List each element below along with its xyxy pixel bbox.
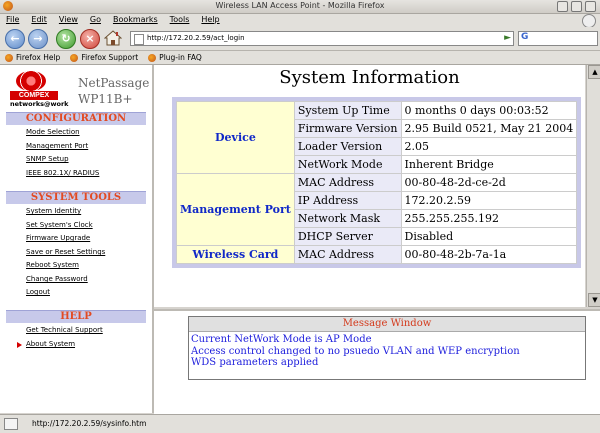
window-title: Wireless LAN Access Point - Mozilla Fire… — [215, 1, 385, 10]
go-icon[interactable]: ► — [504, 33, 511, 43]
row-label: Loader Version — [293, 137, 402, 156]
minimize-icon[interactable] — [557, 1, 568, 12]
message-window-title: Message Window — [189, 317, 585, 332]
page-title: System Information — [279, 67, 460, 88]
sidebar-item-technical-support[interactable]: Get Technical Support — [26, 326, 103, 334]
sidebar-item-system-identity[interactable]: System Identity — [26, 207, 81, 215]
product-line: NetPassage — [78, 76, 150, 90]
row-label: NetWork Mode — [293, 155, 402, 174]
row-value: Disabled — [400, 227, 578, 246]
firefox-icon — [148, 53, 157, 62]
connection-icon — [4, 418, 18, 430]
row-value: 0 months 0 days 00:03:52 — [400, 101, 578, 120]
maximize-icon[interactable] — [571, 1, 582, 12]
sidebar-item-reboot[interactable]: Reboot System — [26, 261, 79, 269]
bookmark-firefox-help[interactable]: Firefox Help — [0, 51, 65, 64]
section-configuration: CONFIGURATION — [6, 112, 146, 125]
reload-icon[interactable]: ↻ — [56, 29, 76, 49]
row-value: 00-80-48-2b-7a-1a — [400, 245, 578, 264]
row-value: 00-80-48-2d-ce-2d — [400, 173, 578, 192]
group-device: Device — [176, 101, 295, 174]
bookmarks-toolbar: Firefox Help Firefox Support Plug-in FAQ — [0, 51, 600, 65]
compex-brand: COMPEX — [10, 91, 58, 100]
bookmark-firefox-support[interactable]: Firefox Support — [65, 51, 143, 64]
compex-logo-mark — [16, 71, 46, 91]
row-label: System Up Time — [293, 101, 402, 120]
system-info-table: Device System Up Time 0 months 0 days 00… — [171, 97, 582, 268]
row-value: 2.95 Build 0521, May 21 2004 — [400, 119, 578, 138]
menu-help[interactable]: Help — [195, 14, 225, 27]
table-row: Wireless Card MAC Address 00-80-48-2b-7a… — [176, 245, 578, 264]
row-label: DHCP Server — [293, 227, 402, 246]
firefox-icon — [70, 53, 79, 62]
table-row: Device System Up Time 0 months 0 days 00… — [176, 101, 578, 174]
back-arrow-icon[interactable]: ← — [5, 29, 25, 49]
row-label: IP Address — [293, 191, 402, 210]
window-controls — [557, 1, 596, 12]
sidebar-item-management-port[interactable]: Management Port — [26, 142, 88, 150]
close-icon[interactable] — [585, 1, 596, 12]
sidebar-item-snmp-setup[interactable]: SNMP Setup — [26, 155, 69, 163]
message-list: Current NetWork Mode is AP Mode Access c… — [189, 332, 585, 371]
throbber-icon — [582, 14, 596, 28]
search-box[interactable]: G — [518, 31, 598, 46]
group-wireless-card: Wireless Card — [176, 245, 295, 264]
message-line: WDS parameters applied — [191, 357, 319, 368]
forward-arrow-icon[interactable]: → — [28, 29, 48, 49]
message-line: Current NetWork Mode is AP Mode — [191, 334, 372, 345]
product-model: WP11B+ — [78, 92, 133, 106]
sidebar-item-firmware-upgrade[interactable]: Firmware Upgrade — [26, 234, 90, 242]
scroll-up-icon[interactable]: ▲ — [588, 65, 600, 79]
home-icon[interactable] — [103, 30, 123, 46]
menu-go[interactable]: Go — [84, 14, 107, 27]
sidebar-item-radius[interactable]: IEEE 802.1X/ RADIUS — [26, 169, 99, 177]
row-label: Firmware Version — [293, 119, 402, 138]
menu-tools[interactable]: Tools — [164, 14, 196, 27]
row-label: MAC Address — [293, 245, 402, 264]
menu-view[interactable]: View — [53, 14, 84, 27]
url-input[interactable] — [131, 32, 507, 44]
sidebar-item-logout[interactable]: Logout — [26, 288, 50, 296]
firefox-icon — [5, 53, 13, 62]
status-bar: http://172.20.2.59/sysinfo.htm — [0, 414, 600, 433]
navigation-toolbar: ← → ↻ × ► G — [0, 27, 600, 51]
stop-icon[interactable]: × — [80, 29, 100, 49]
google-search-icon: G — [521, 32, 529, 42]
section-help: HELP — [6, 310, 146, 323]
message-line: Access control changed to no psuedo VLAN… — [191, 345, 520, 357]
bookmark-plugin-faq[interactable]: Plug-in FAQ — [143, 51, 207, 64]
row-value: 2.05 — [400, 137, 578, 156]
row-value: Inherent Bridge — [400, 155, 578, 174]
sidebar-item-about-system[interactable]: About System — [16, 340, 75, 348]
status-text: http://172.20.2.59/sysinfo.htm — [32, 419, 147, 428]
message-window: Message Window Current NetWork Mode is A… — [188, 316, 586, 380]
sidebar-item-change-password[interactable]: Change Password — [26, 275, 88, 283]
page-icon — [134, 34, 144, 45]
row-value: 172.20.2.59 — [400, 191, 578, 210]
sidebar-item-mode-selection[interactable]: Mode Selection — [26, 128, 80, 136]
row-label: Network Mask — [293, 209, 402, 228]
window-title-bar: Wireless LAN Access Point - Mozilla Fire… — [0, 0, 600, 14]
address-bar[interactable]: ► — [130, 31, 514, 46]
sidebar-frame: COMPEX networks@work NetPassage WP11B+ C… — [0, 65, 154, 413]
menu-bar: File Edit View Go Bookmarks Tools Help — [0, 14, 600, 27]
menu-bookmarks[interactable]: Bookmarks — [107, 14, 164, 27]
vertical-scrollbar[interactable]: ▲ ▼ — [586, 65, 600, 307]
scroll-down-icon[interactable]: ▼ — [588, 293, 600, 307]
row-value: 255.255.255.192 — [400, 209, 578, 228]
row-label: MAC Address — [293, 173, 402, 192]
product-name: NetPassage WP11B+ — [78, 75, 150, 107]
section-system-tools: SYSTEM TOOLS — [6, 191, 146, 204]
main-frame: System Information Device System Up Time… — [154, 65, 585, 307]
table-row: Management Port MAC Address 00-80-48-2d-… — [176, 173, 578, 246]
brand-tagline: networks@work — [10, 100, 69, 108]
message-frame: Message Window Current NetWork Mode is A… — [154, 309, 600, 415]
menu-edit[interactable]: Edit — [25, 14, 53, 27]
sidebar-item-set-clock[interactable]: Set System's Clock — [26, 221, 93, 229]
sidebar-item-save-reset[interactable]: Save or Reset Settings — [26, 248, 105, 256]
group-management-port: Management Port — [176, 173, 295, 246]
menu-file[interactable]: File — [0, 14, 25, 27]
